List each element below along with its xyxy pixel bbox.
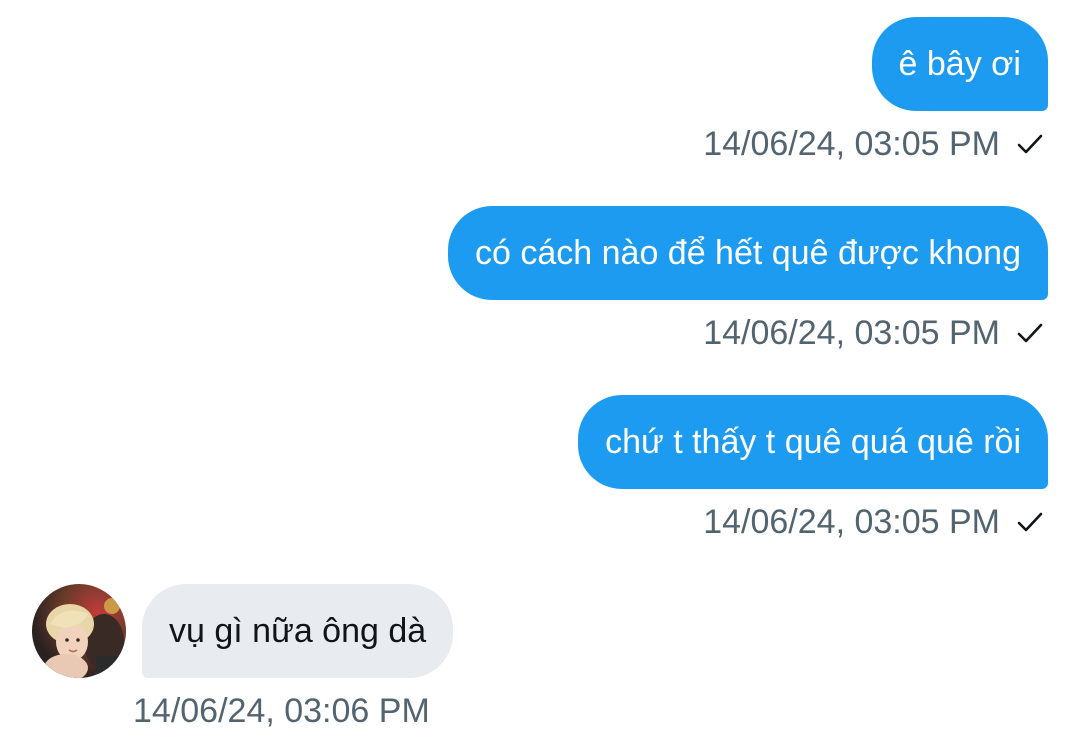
message-meta: 14/06/24, 03:05 PM xyxy=(703,500,1046,544)
avatar[interactable] xyxy=(32,584,126,678)
message-timestamp: 14/06/24, 03:05 PM xyxy=(703,313,1000,352)
message-meta: 14/06/24, 03:05 PM xyxy=(703,122,1046,166)
message-timestamp: 14/06/24, 03:05 PM xyxy=(703,502,1000,541)
incoming-message-bubble[interactable]: vụ gì nữa ông dà xyxy=(142,584,454,678)
message-timestamp: 14/06/24, 03:05 PM xyxy=(703,124,1000,163)
message-meta: 14/06/24, 03:05 PM xyxy=(703,311,1046,355)
check-icon xyxy=(1017,323,1043,343)
chat-thread: ê bây ơi 14/06/24, 03:05 PM có cách nào … xyxy=(0,0,1080,749)
outgoing-message-bubble[interactable]: chứ t thấy t quê quá quê rồi xyxy=(578,395,1048,489)
message-text: chứ t thấy t quê quá quê rồi xyxy=(605,423,1021,461)
check-icon xyxy=(1017,134,1043,154)
outgoing-message-bubble[interactable]: có cách nào để hết quê được khong xyxy=(448,206,1048,300)
message-text: ê bây ơi xyxy=(898,45,1021,83)
message-timestamp: 14/06/24, 03:06 PM xyxy=(133,691,430,730)
check-icon xyxy=(1017,512,1043,532)
message-text: vụ gì nữa ông dà xyxy=(169,612,427,650)
outgoing-message-bubble[interactable]: ê bây ơi xyxy=(871,17,1048,111)
message-text: có cách nào để hết quê được khong xyxy=(475,234,1021,272)
message-meta: 14/06/24, 03:06 PM xyxy=(133,689,430,733)
